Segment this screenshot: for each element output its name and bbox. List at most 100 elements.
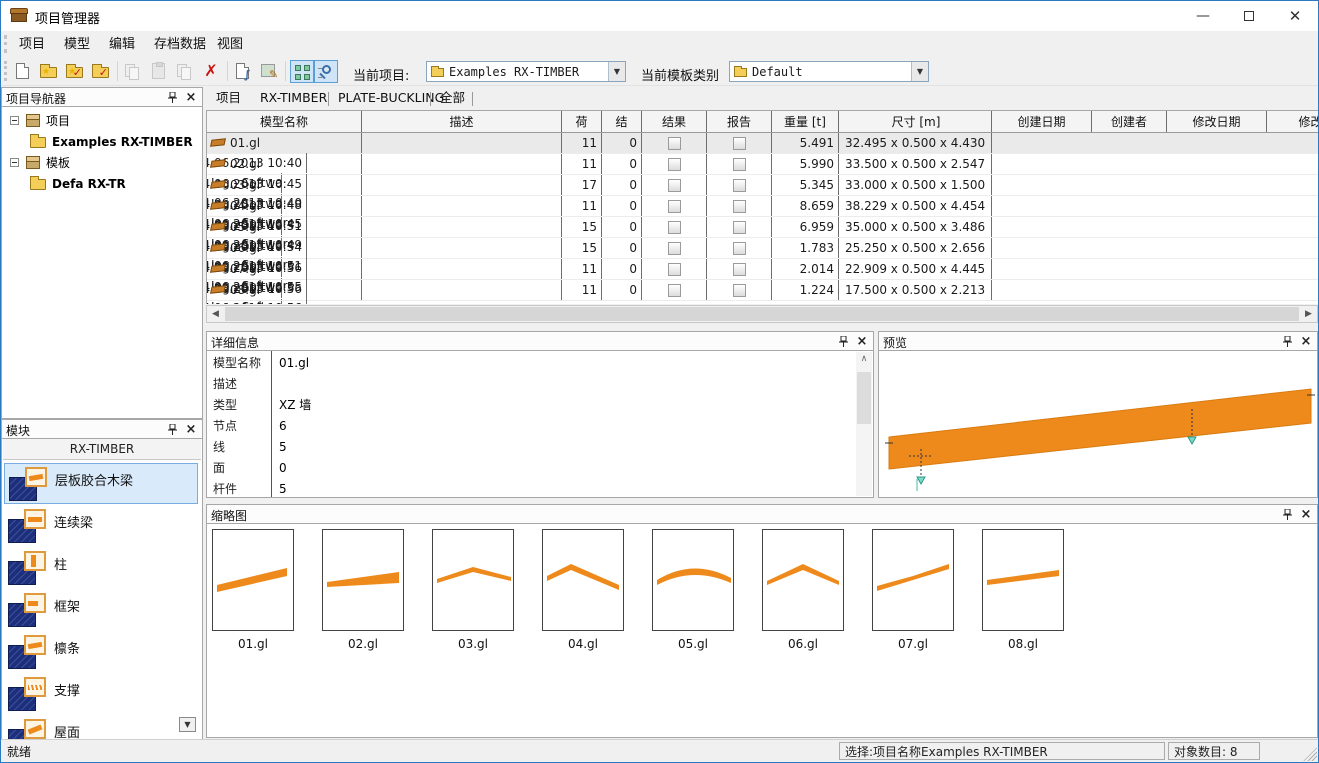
col-header-results[interactable]: 结果 bbox=[642, 111, 707, 132]
toolbar-grip[interactable] bbox=[4, 61, 7, 81]
col-header-loads[interactable]: 荷 bbox=[562, 111, 602, 132]
thumbnail-item[interactable]: 08.gl bbox=[982, 529, 1064, 654]
report-checkbox[interactable] bbox=[733, 221, 746, 234]
table-row[interactable]: 08.gl1101.22417.500 x 0.500 x 2.21314.06… bbox=[207, 280, 1318, 301]
duplicate-button[interactable] bbox=[173, 60, 197, 83]
archive-button[interactable]: ✎ bbox=[257, 60, 281, 83]
minimize-button[interactable]: — bbox=[1180, 1, 1226, 31]
report-checkbox[interactable] bbox=[733, 200, 746, 213]
collapse-icon[interactable] bbox=[10, 116, 19, 125]
table-row[interactable]: 01.gl1105.49132.495 x 0.500 x 4.43014.06… bbox=[207, 133, 1318, 154]
col-header-weight[interactable]: 重量 [t] bbox=[772, 111, 839, 132]
tree-node-project-item[interactable]: Examples RX-TIMBER bbox=[2, 132, 193, 152]
results-checkbox[interactable] bbox=[668, 221, 681, 234]
tab-plate-buckling[interactable]: PLATE-BUCKLING bbox=[332, 89, 450, 109]
collapse-icon-2[interactable] bbox=[10, 158, 19, 167]
modules-pin-button[interactable] bbox=[164, 422, 180, 437]
scroll-left-icon[interactable]: ◀ bbox=[207, 306, 224, 322]
copy-button[interactable] bbox=[121, 60, 145, 83]
open-project-button[interactable]: ★✓ bbox=[63, 60, 87, 83]
module-column[interactable]: 柱 bbox=[4, 548, 198, 589]
manage-project-button[interactable]: ✓ bbox=[89, 60, 113, 83]
table-row[interactable]: 03.gl1705.34533.000 x 0.500 x 1.50014.06… bbox=[207, 175, 1318, 196]
report-checkbox[interactable] bbox=[733, 284, 746, 297]
col-header-report[interactable]: 报告 bbox=[707, 111, 772, 132]
navigator-close-button[interactable]: × bbox=[183, 90, 199, 105]
details-pin-button[interactable] bbox=[835, 334, 851, 349]
paste-button[interactable] bbox=[147, 60, 171, 83]
new-model-button[interactable] bbox=[11, 60, 35, 83]
col-header-modified[interactable]: 修改日期 bbox=[1167, 111, 1267, 132]
report-checkbox[interactable] bbox=[733, 179, 746, 192]
scrollbar-thumb[interactable] bbox=[225, 307, 1299, 321]
navigator-pin-button[interactable] bbox=[164, 90, 180, 105]
thumbnails-pin-button[interactable] bbox=[1279, 507, 1295, 522]
resize-grip[interactable] bbox=[1303, 747, 1317, 761]
results-checkbox[interactable] bbox=[668, 284, 681, 297]
thumbnails-close-button[interactable]: × bbox=[1298, 507, 1314, 522]
module-glulam-beam[interactable]: 层板胶合木梁 bbox=[4, 463, 198, 504]
preview-pin-button[interactable] bbox=[1279, 334, 1295, 349]
connect-network-button[interactable]: ∫ bbox=[231, 60, 255, 83]
report-checkbox[interactable] bbox=[733, 242, 746, 255]
details-close-button[interactable]: × bbox=[854, 334, 870, 349]
table-row[interactable]: 02.gl1105.99033.500 x 0.500 x 2.54714.06… bbox=[207, 154, 1318, 175]
results-checkbox[interactable] bbox=[668, 200, 681, 213]
results-checkbox[interactable] bbox=[668, 242, 681, 255]
tab-all[interactable]: 全部 bbox=[434, 89, 471, 109]
results-checkbox[interactable] bbox=[668, 263, 681, 276]
module-continuous-beam[interactable]: 连续梁 bbox=[4, 506, 198, 547]
results-checkbox[interactable] bbox=[668, 179, 681, 192]
col-header-name[interactable]: ˆ模型名称 bbox=[207, 111, 362, 132]
close-button[interactable]: ✕ bbox=[1272, 1, 1318, 31]
menu-model[interactable]: 模型 bbox=[56, 35, 98, 54]
thumbnail-item[interactable]: 07.gl bbox=[872, 529, 954, 654]
menu-project[interactable]: 项目 bbox=[11, 35, 53, 54]
menu-view[interactable]: 视图 bbox=[209, 35, 251, 54]
results-checkbox[interactable] bbox=[668, 137, 681, 150]
table-horizontal-scrollbar[interactable]: ◀ ▶ bbox=[206, 305, 1318, 323]
col-header-desc[interactable]: 描述 bbox=[362, 111, 562, 132]
tab-project[interactable]: 项目 bbox=[210, 89, 247, 109]
details-scrollbar-thumb[interactable] bbox=[857, 372, 871, 424]
module-purlin[interactable]: 檩条 bbox=[4, 632, 198, 673]
modules-group-header[interactable]: RX-TIMBER bbox=[3, 439, 201, 460]
col-header-creator[interactable]: 创建者 bbox=[1092, 111, 1167, 132]
view-preview-toggle[interactable] bbox=[314, 60, 338, 83]
results-checkbox[interactable] bbox=[668, 158, 681, 171]
tree-node-templates[interactable]: 模板 bbox=[2, 153, 70, 173]
table-row[interactable]: 06.gl1501.78325.250 x 0.500 x 2.65614.06… bbox=[207, 238, 1318, 259]
menubar-grip[interactable] bbox=[4, 35, 7, 53]
combo-arrow-icon[interactable]: ▼ bbox=[608, 62, 625, 81]
template-category-combo[interactable]: Default ▼ bbox=[729, 61, 929, 82]
preview-panel[interactable] bbox=[878, 351, 1318, 498]
thumbnail-item[interactable]: 05.gl bbox=[652, 529, 734, 654]
module-brace[interactable]: 支撑 bbox=[4, 674, 198, 715]
view-thumbnails-toggle[interactable] bbox=[290, 60, 314, 83]
thumbnail-item[interactable]: 03.gl bbox=[432, 529, 514, 654]
report-checkbox[interactable] bbox=[733, 137, 746, 150]
details-scrollbar[interactable]: ∧ bbox=[856, 352, 872, 496]
preview-close-button[interactable]: × bbox=[1298, 334, 1314, 349]
scroll-right-icon[interactable]: ▶ bbox=[1300, 306, 1317, 322]
col-header-struct[interactable]: 结 bbox=[602, 111, 642, 132]
table-row[interactable]: 04.gl1108.65938.229 x 0.500 x 4.45414.06… bbox=[207, 196, 1318, 217]
table-row[interactable]: 05.gl1506.95935.000 x 0.500 x 3.48614.06… bbox=[207, 217, 1318, 238]
combo-arrow-icon-2[interactable]: ▼ bbox=[911, 62, 928, 81]
scroll-up-icon[interactable]: ∧ bbox=[856, 354, 872, 368]
report-checkbox[interactable] bbox=[733, 158, 746, 171]
table-row[interactable]: 07.gl1102.01422.909 x 0.500 x 4.44514.06… bbox=[207, 259, 1318, 280]
module-frame[interactable]: 框架 bbox=[4, 590, 198, 631]
tree-node-projects[interactable]: 项目 bbox=[2, 111, 70, 131]
current-project-combo[interactable]: Examples RX-TIMBER ▼ bbox=[426, 61, 626, 82]
maximize-button[interactable] bbox=[1226, 1, 1272, 31]
tree-node-template-item[interactable]: Defa RX-TR bbox=[2, 174, 126, 194]
tab-rx-timber[interactable]: RX-TIMBER bbox=[254, 89, 333, 109]
delete-button[interactable]: ✗ bbox=[199, 60, 223, 83]
new-project-button[interactable]: ★ bbox=[37, 60, 61, 83]
col-header-modifier[interactable]: 修改者 bbox=[1267, 111, 1318, 132]
thumbnail-item[interactable]: 02.gl bbox=[322, 529, 404, 654]
modules-close-button[interactable]: × bbox=[183, 422, 199, 437]
thumbnail-item[interactable]: 04.gl bbox=[542, 529, 624, 654]
col-header-created[interactable]: 创建日期 bbox=[992, 111, 1092, 132]
